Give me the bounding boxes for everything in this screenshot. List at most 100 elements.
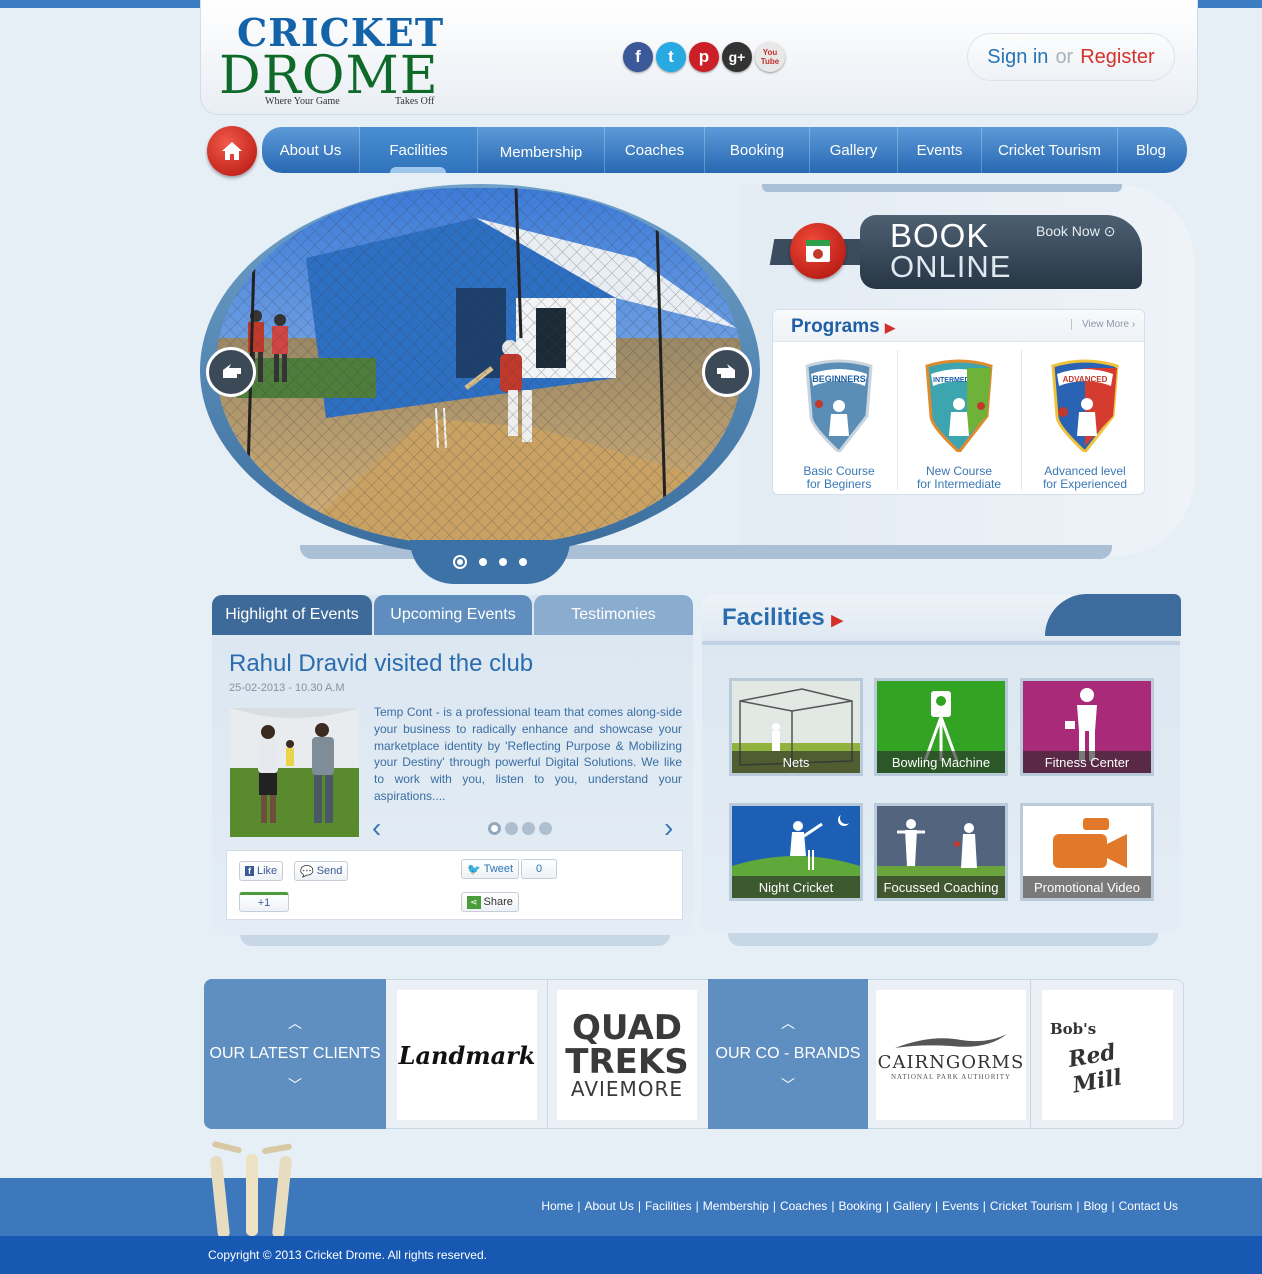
divider — [547, 979, 548, 1129]
nav-item-gallery[interactable]: Gallery — [810, 127, 898, 173]
tweet-button[interactable]: 🐦 Tweet — [461, 859, 520, 879]
auth-box: Sign in or Register — [967, 33, 1175, 81]
google-plus-one-button[interactable]: +1 — [239, 892, 289, 912]
footer-link-events[interactable]: Events — [942, 1199, 979, 1213]
footer-link-blog[interactable]: Blog — [1083, 1199, 1107, 1213]
facebook-like-button[interactable]: f Like — [239, 861, 284, 881]
logo-tagline-left: Where Your Game — [265, 96, 340, 107]
facility-fitness-center[interactable]: Fitness Center — [1020, 678, 1154, 776]
client-logo-quad-treks[interactable]: QUAD TREKS AVIEMORE — [557, 990, 697, 1120]
chevron-down-icon[interactable]: ﹀ — [781, 1075, 795, 1095]
nav-item-blog[interactable]: Blog — [1118, 127, 1184, 173]
divider — [897, 350, 898, 490]
slide-dot-1[interactable] — [453, 555, 467, 569]
footer-link-about-us[interactable]: About Us — [584, 1199, 633, 1213]
client-logo-landmark[interactable]: Landmark — [397, 990, 537, 1120]
footer-link-membership[interactable]: Membership — [703, 1199, 769, 1213]
footer-link-gallery[interactable]: Gallery — [893, 1199, 931, 1213]
twitter-icon[interactable]: t — [656, 42, 686, 72]
program-intermediate[interactable]: INTERMEDIATE New Course for Intermediate — [899, 350, 1019, 491]
facebook-send-button[interactable]: 💬 Send — [294, 861, 349, 881]
slide-dot-3[interactable] — [499, 558, 507, 566]
copyright-text: Copyright © 2013 Cricket Drome. All righ… — [208, 1248, 487, 1262]
event-dot-4[interactable] — [539, 822, 552, 835]
footer-link-contact-us[interactable]: Contact Us — [1119, 1199, 1178, 1213]
facility-night-cricket[interactable]: Night Cricket — [729, 803, 863, 901]
speech-bubble-icon: 💬 — [300, 865, 314, 878]
logo[interactable]: CRICKET DROME Where Your Game Takes Off — [219, 8, 459, 108]
chevron-up-icon[interactable]: ︿ — [781, 1013, 795, 1033]
footer-separator: | — [831, 1199, 835, 1213]
view-more-label: View More — [1082, 319, 1130, 330]
event-dot-3[interactable] — [522, 822, 535, 835]
brand-logo-cairngorms[interactable]: CAIRNGORMS NATIONAL PARK AUTHORITY — [876, 990, 1026, 1120]
quad-logo-text: QUAD — [571, 1008, 682, 1048]
tab-testimonies[interactable]: Testimonies — [534, 595, 693, 635]
book-now-link[interactable]: Book Now ⊙ — [1036, 223, 1115, 240]
slider-next-button[interactable] — [702, 347, 752, 397]
facility-bowling-machine[interactable]: Bowling Machine — [874, 678, 1008, 776]
tweet-label: Tweet — [483, 863, 514, 875]
google-plus-icon[interactable]: g+ — [722, 42, 752, 72]
program-beginners[interactable]: BEGINNERS Basic Course for Beginers — [779, 350, 899, 491]
send-label: Send — [316, 865, 343, 877]
event-date: 25-02-2013 - 10.30 A.M — [229, 682, 345, 694]
event-next-arrow[interactable]: › — [664, 812, 673, 844]
sign-in-link[interactable]: Sign in — [987, 46, 1048, 69]
event-title[interactable]: Rahul Dravid visited the club — [229, 650, 533, 678]
nav-item-about-us[interactable]: About Us — [262, 127, 360, 173]
pinterest-icon[interactable]: p — [689, 42, 719, 72]
like-label: Like — [257, 865, 278, 877]
facility-nets[interactable]: Nets — [729, 678, 863, 776]
svg-text:ADVANCED: ADVANCED — [1063, 375, 1108, 384]
landmark-logo-text: Landmark — [398, 1040, 536, 1070]
share-button[interactable]: ⋖ Share — [461, 892, 519, 912]
cairngorms-logo-text: CAIRNGORMS — [877, 1051, 1025, 1073]
event-prev-arrow[interactable]: ‹ — [372, 812, 381, 844]
youtube-icon[interactable]: You Tube — [755, 42, 785, 72]
brand-logo-red-mill[interactable]: Bob's Red Mill — [1042, 990, 1173, 1120]
facility-label: Bowling Machine — [877, 751, 1005, 773]
footer-link-booking[interactable]: Booking — [838, 1199, 881, 1213]
facility-promotional-video[interactable]: Promotional Video — [1020, 803, 1154, 901]
chevron-up-icon[interactable]: ︿ — [288, 1013, 302, 1033]
book-now-label: Book Now — [1036, 223, 1100, 239]
footer-link-coaches[interactable]: Coaches — [780, 1199, 827, 1213]
nav-item-cricket-tourism[interactable]: Cricket Tourism — [982, 127, 1118, 173]
program-advanced[interactable]: ADVANCED Advanced level for Experienced — [1025, 350, 1145, 491]
tab-highlight-of-events[interactable]: Highlight of Events — [212, 595, 372, 635]
event-dot-1[interactable] — [488, 822, 501, 835]
share-label: Share — [483, 896, 513, 908]
chevron-down-icon[interactable]: ﹀ — [288, 1075, 302, 1095]
nav-item-booking[interactable]: Booking — [705, 127, 810, 173]
bobs-logo-text: Bob's — [1050, 1020, 1097, 1038]
red-arrow-icon: ▶ — [884, 320, 895, 335]
tweet-count: 0 — [521, 859, 557, 879]
book-online-banner[interactable]: BOOK ONLINE Book Now ⊙ — [769, 213, 1144, 291]
facility-focussed-coaching[interactable]: Focussed Coaching — [874, 803, 1008, 901]
nav-item-events[interactable]: Events — [898, 127, 982, 173]
event-dot-2[interactable] — [505, 822, 518, 835]
nav-item-facilities[interactable]: Facilities — [360, 127, 478, 173]
footer-separator: | — [577, 1199, 581, 1213]
footer-link-cricket-tourism[interactable]: Cricket Tourism — [990, 1199, 1072, 1213]
programs-card: Programs ▶ View More › BEGINNERS Basic C… — [772, 309, 1145, 495]
footer-link-facilities[interactable]: Facilities — [645, 1199, 692, 1213]
beginners-shield-icon: BEGINNERS — [805, 359, 873, 455]
tab-upcoming-events[interactable]: Upcoming Events — [374, 595, 532, 635]
footer-separator: | — [637, 1199, 641, 1213]
view-more-link[interactable]: View More › — [1071, 319, 1135, 330]
copyright-bar — [0, 1236, 1262, 1274]
facebook-icon[interactable]: f — [623, 42, 653, 72]
register-link[interactable]: Register — [1080, 46, 1154, 69]
share-bar: f Like 💬 Send 🐦 Tweet 0 +1 ⋖ Share — [226, 850, 683, 920]
header: CRICKET DROME Where Your Game Takes Off … — [200, 0, 1198, 115]
nav-item-coaches[interactable]: Coaches — [605, 127, 705, 173]
slide-dot-4[interactable] — [519, 558, 527, 566]
footer-link-home[interactable]: Home — [541, 1199, 573, 1213]
home-button[interactable] — [207, 126, 257, 176]
logo-tagline-right: Takes Off — [395, 96, 435, 107]
slide-dot-2[interactable] — [479, 558, 487, 566]
nav-item-membership[interactable]: Membership — [478, 127, 605, 173]
slider-prev-button[interactable] — [206, 347, 256, 397]
